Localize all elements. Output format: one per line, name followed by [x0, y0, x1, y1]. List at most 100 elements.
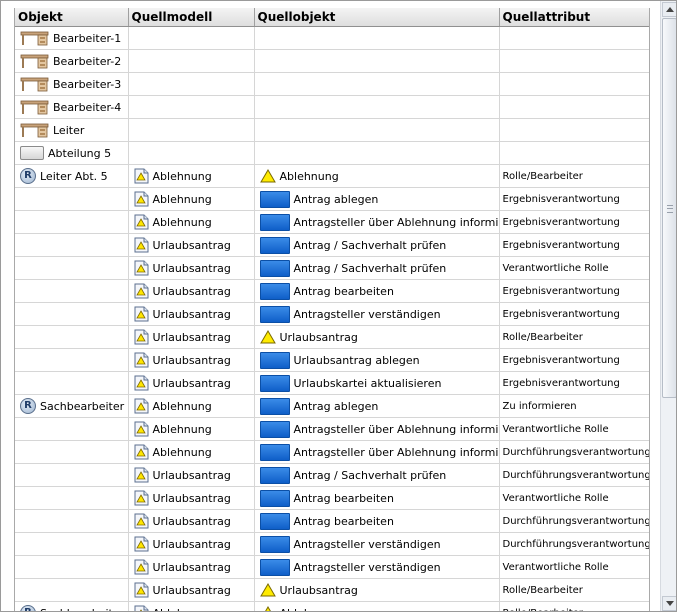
quellattribut-cell[interactable]: Durchführungsverantwortung	[499, 440, 649, 464]
quellobjekt-cell[interactable]: Antrag bearbeiten	[254, 509, 500, 533]
scrollbar-thumb[interactable]	[662, 18, 676, 398]
objekt-cell[interactable]: R Sachbearbeiter	[15, 394, 129, 418]
column-header-quellobjekt[interactable]: Quellobjekt	[254, 8, 500, 27]
quellattribut-cell[interactable]: Durchführungsverantwortung	[499, 509, 649, 533]
objekt-cell[interactable]: Abteilung 5	[15, 141, 129, 165]
quellobjekt-cell[interactable]: Ablehnung	[254, 601, 500, 611]
objekt-cell[interactable]: R Leiter Abt. 5	[15, 164, 129, 188]
quellattribut-cell[interactable]: Verantwortliche Rolle	[499, 555, 649, 579]
quellattribut-cell[interactable]: Ergebnisverantwortung	[499, 210, 649, 234]
quellobjekt-cell[interactable]	[254, 72, 500, 96]
table-row[interactable]: Bearbeiter-1	[15, 26, 649, 50]
quellmodell-cell[interactable]: Urlaubsantrag	[128, 279, 255, 303]
quellattribut-cell[interactable]: Verantwortliche Rolle	[499, 417, 649, 441]
table-row[interactable]: Leiter	[15, 118, 649, 142]
objekt-cell[interactable]: Bearbeiter-2	[15, 49, 129, 73]
table-row[interactable]: Urlaubsantrag Urlaubskartei aktualisieren…	[15, 371, 649, 395]
objekt-cell[interactable]	[15, 532, 129, 556]
quellattribut-cell[interactable]	[499, 72, 649, 96]
objekt-cell[interactable]	[15, 463, 129, 487]
quellmodell-cell[interactable]: Urlaubsantrag	[128, 509, 255, 533]
quellmodell-cell[interactable]	[128, 72, 255, 96]
quellmodell-cell[interactable]: Urlaubsantrag	[128, 555, 255, 579]
quellobjekt-cell[interactable]: Antragsteller über Ablehnung informieren	[254, 210, 500, 234]
quellobjekt-cell[interactable]: Urlaubskartei aktualisieren	[254, 371, 500, 395]
quellmodell-cell[interactable]: Ablehnung	[128, 164, 255, 188]
objekt-cell[interactable]: Leiter	[15, 118, 129, 142]
objekt-cell[interactable]	[15, 555, 129, 579]
objekt-cell[interactable]	[15, 279, 129, 303]
quellmodell-cell[interactable]	[128, 118, 255, 142]
quellobjekt-cell[interactable]	[254, 118, 500, 142]
objekt-cell[interactable]	[15, 509, 129, 533]
quellattribut-cell[interactable]: Durchführungsverantwortung	[499, 463, 649, 487]
table-row[interactable]: R Leiter Abt. 5 Ablehnung Ablehnung Rolle/Be…	[15, 164, 649, 188]
quellobjekt-cell[interactable]: Antrag bearbeiten	[254, 279, 500, 303]
quellattribut-cell[interactable]	[499, 141, 649, 165]
quellmodell-cell[interactable]: Urlaubsantrag	[128, 486, 255, 510]
objekt-cell[interactable]	[15, 486, 129, 510]
objekt-cell[interactable]	[15, 348, 129, 372]
quellattribut-cell[interactable]: Ergebnisverantwortung	[499, 279, 649, 303]
table-row[interactable]: Urlaubsantrag Antrag bearbeiten Durchführu…	[15, 509, 649, 533]
quellmodell-cell[interactable]: Urlaubsantrag	[128, 233, 255, 257]
quellattribut-cell[interactable]	[499, 26, 649, 50]
objekt-cell[interactable]: Bearbeiter-1	[15, 26, 129, 50]
column-header-quellattribut[interactable]: Quellattribut	[499, 8, 649, 27]
objekt-cell[interactable]	[15, 578, 129, 602]
objekt-cell[interactable]	[15, 440, 129, 464]
quellattribut-cell[interactable]: Ergebnisverantwortung	[499, 302, 649, 326]
table-row[interactable]: Urlaubsantrag Antragsteller verständigen V…	[15, 555, 649, 579]
quellobjekt-cell[interactable]: Antrag bearbeiten	[254, 486, 500, 510]
scroll-down-button[interactable]	[662, 596, 676, 611]
quellattribut-cell[interactable]: Zu informieren	[499, 394, 649, 418]
quellobjekt-cell[interactable]: Ablehnung	[254, 164, 500, 188]
quellmodell-cell[interactable]: Urlaubsantrag	[128, 371, 255, 395]
quellobjekt-cell[interactable]	[254, 141, 500, 165]
quellattribut-cell[interactable]: Rolle/Bearbeiter	[499, 578, 649, 602]
quellmodell-cell[interactable]: Ablehnung	[128, 187, 255, 211]
quellobjekt-cell[interactable]: Antragsteller verständigen	[254, 532, 500, 556]
vertical-scrollbar[interactable]	[660, 1, 676, 611]
table-row[interactable]: Urlaubsantrag Antrag / Sachverhalt prüfen…	[15, 233, 649, 257]
quellobjekt-cell[interactable]: Antragsteller über Ablehnung informieren	[254, 440, 500, 464]
quellmodell-cell[interactable]: Urlaubsantrag	[128, 325, 255, 349]
quellmodell-cell[interactable]: Ablehnung	[128, 210, 255, 234]
quellobjekt-cell[interactable]: Antragsteller über Ablehnung informieren	[254, 417, 500, 441]
objekt-cell[interactable]	[15, 371, 129, 395]
quellobjekt-cell[interactable]: Urlaubsantrag ablegen	[254, 348, 500, 372]
table-row[interactable]: Ablehnung Antrag ablegen Ergebnisverantwor…	[15, 187, 649, 211]
quellobjekt-cell[interactable]: Antrag / Sachverhalt prüfen	[254, 463, 500, 487]
table-row[interactable]: Bearbeiter-4	[15, 95, 649, 119]
quellmodell-cell[interactable]: Urlaubsantrag	[128, 348, 255, 372]
table-row[interactable]: Urlaubsantrag Antragsteller verständigen D…	[15, 532, 649, 556]
quellattribut-cell[interactable]: Ergebnisverantwortung	[499, 233, 649, 257]
quellobjekt-cell[interactable]: Antrag / Sachverhalt prüfen	[254, 233, 500, 257]
table-row[interactable]: Ablehnung Antragsteller über Ablehnung in…	[15, 417, 649, 441]
quellattribut-cell[interactable]: Verantwortliche Rolle	[499, 256, 649, 280]
table-row[interactable]: Urlaubsantrag Antrag / Sachverhalt prüfen…	[15, 256, 649, 280]
objekt-cell[interactable]	[15, 210, 129, 234]
table-row[interactable]: Bearbeiter-2	[15, 49, 649, 73]
quellobjekt-cell[interactable]	[254, 49, 500, 73]
quellobjekt-cell[interactable]: Antrag / Sachverhalt prüfen	[254, 256, 500, 280]
table-row[interactable]: Urlaubsantrag Urlaubsantrag Rolle/Bearbeit…	[15, 325, 649, 349]
quellmodell-cell[interactable]: Urlaubsantrag	[128, 302, 255, 326]
column-header-quellmodell[interactable]: Quellmodell	[128, 8, 255, 27]
objekt-cell[interactable]	[15, 233, 129, 257]
objekt-cell[interactable]	[15, 256, 129, 280]
quellattribut-cell[interactable]: Rolle/Bearbeiter	[499, 601, 649, 611]
quellmodell-cell[interactable]: Urlaubsantrag	[128, 532, 255, 556]
table-row[interactable]: Bearbeiter-3	[15, 72, 649, 96]
quellmodell-cell[interactable]: Ablehnung	[128, 394, 255, 418]
objekt-cell[interactable]	[15, 187, 129, 211]
quellmodell-cell[interactable]: Urlaubsantrag	[128, 578, 255, 602]
table-row[interactable]: R Sachbearbeiter Ablehnung Antrag ablegen Zu…	[15, 394, 649, 418]
quellattribut-cell[interactable]	[499, 95, 649, 119]
quellmodell-cell[interactable]	[128, 26, 255, 50]
quellmodell-cell[interactable]: Urlaubsantrag	[128, 256, 255, 280]
table-row[interactable]: Ablehnung Antragsteller über Ablehnung in…	[15, 440, 649, 464]
quellattribut-cell[interactable]	[499, 118, 649, 142]
quellmodell-cell[interactable]: Urlaubsantrag	[128, 463, 255, 487]
quellmodell-cell[interactable]: Ablehnung	[128, 601, 255, 611]
